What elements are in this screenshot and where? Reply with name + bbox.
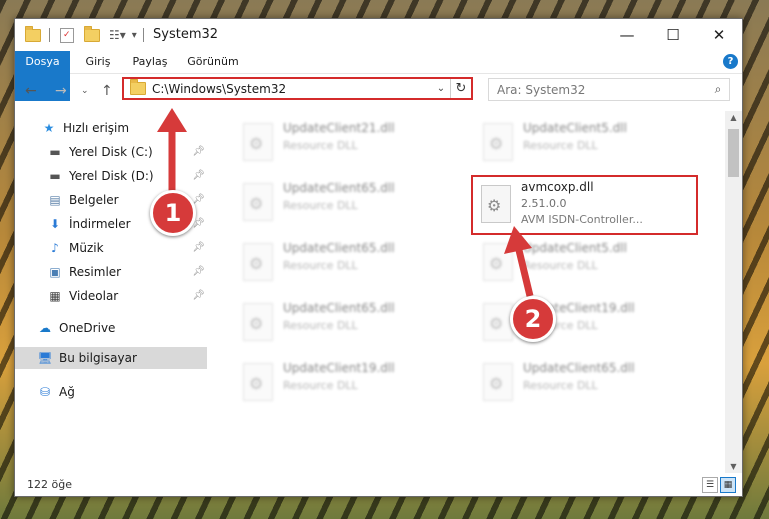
step-badge-1: 1 (150, 190, 196, 236)
annotation-arrow-1 (157, 108, 187, 197)
step-badge-2: 2 (510, 296, 556, 342)
annotation-arrow-2 (504, 226, 534, 297)
annotation-overlay (157, 108, 534, 297)
